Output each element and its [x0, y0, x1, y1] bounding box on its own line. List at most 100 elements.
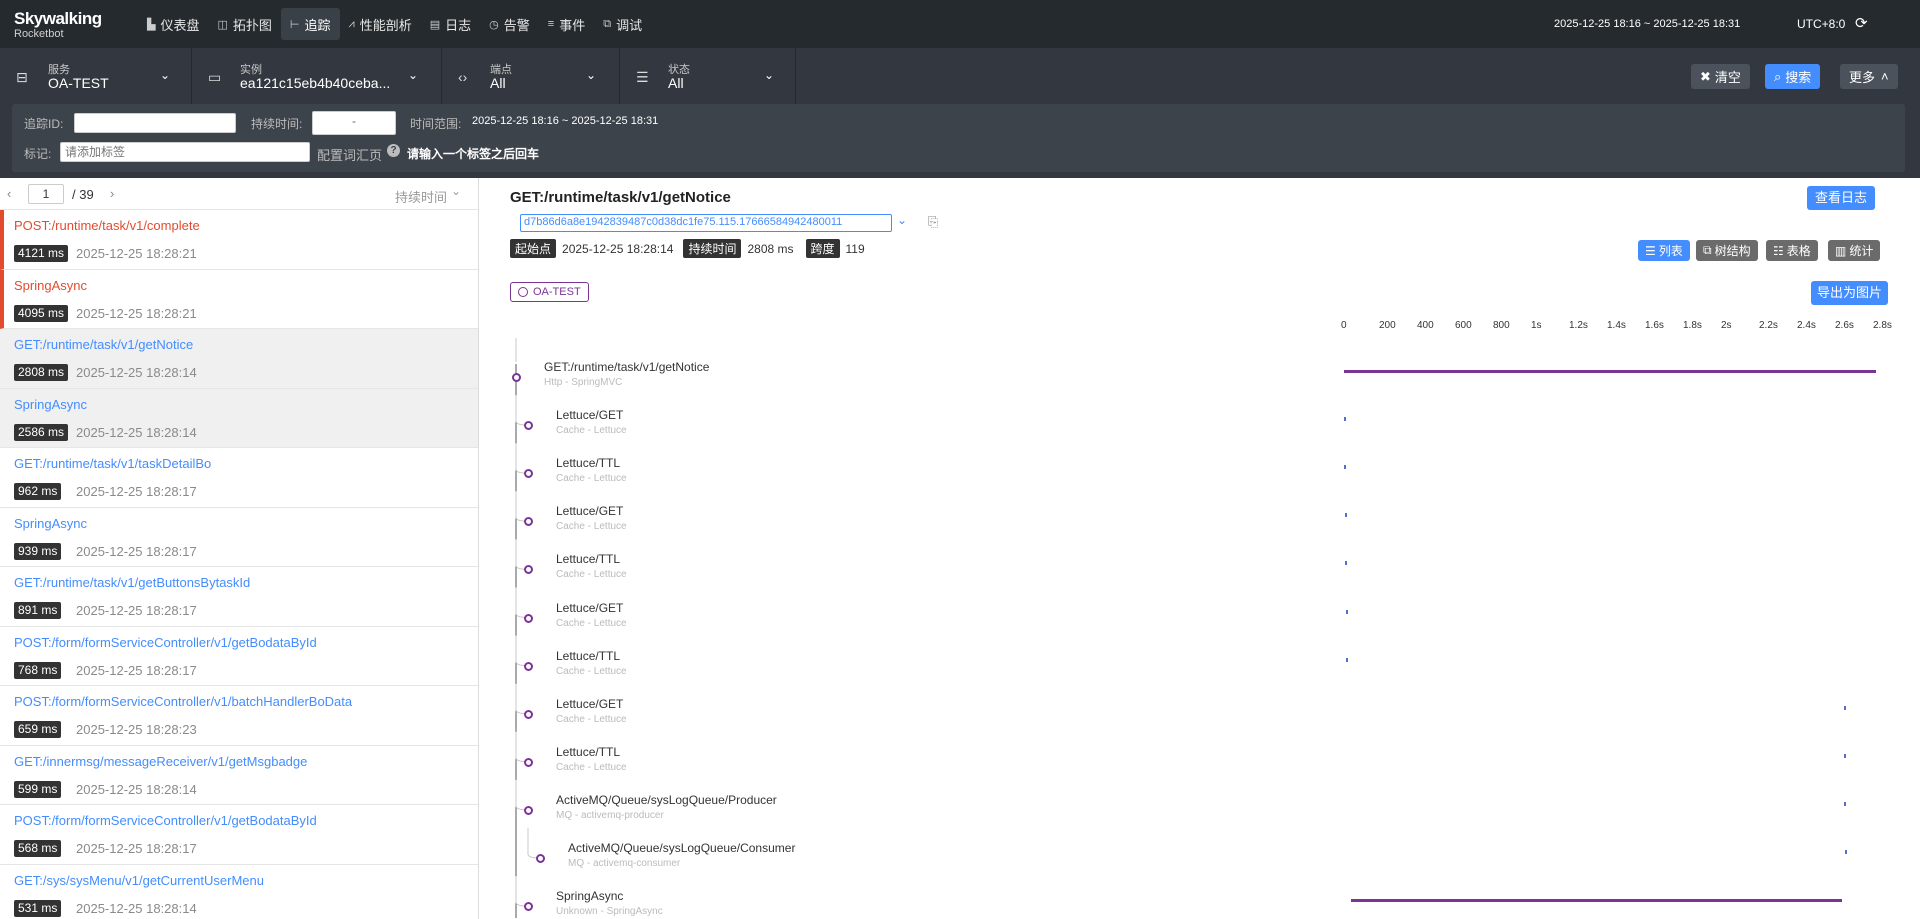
nav-item-debug[interactable]: ⧉ 调试: [594, 8, 651, 40]
span-node-dot[interactable]: [536, 854, 545, 863]
instance-select[interactable]: ▭ 实例 ea121c15eb4b40ceba... ⌄: [192, 48, 442, 106]
span-name: ActiveMQ/Queue/sysLogQueue/Producer: [556, 792, 777, 807]
trace-time: 2025-12-25 18:28:17: [76, 841, 197, 856]
span-duration-bar[interactable]: [1345, 657, 1348, 662]
list-view-button[interactable]: ☰ 列表: [1638, 240, 1690, 261]
span-row[interactable]: Lettuce/GET Cache - Lettuce: [556, 408, 627, 436]
logo[interactable]: Skywalking Rocketbot: [14, 10, 102, 40]
scale-tick-label: 2s: [1721, 320, 1732, 331]
span-name: Lettuce/TTL: [556, 744, 621, 759]
endpoint-select[interactable]: ‹› 端点 All ⌄: [442, 48, 620, 106]
export-image-button[interactable]: 导出为图片: [1811, 281, 1889, 305]
refresh-icon[interactable]: ⟳: [1855, 14, 1873, 32]
trace-id-select[interactable]: d7b86d6a8e1942839487c0d38dc1fe75.115.176…: [520, 214, 892, 232]
trace-endpoint: GET:/runtime/task/v1/taskDetailBo: [14, 456, 212, 471]
next-page-icon[interactable]: ›: [110, 186, 114, 201]
trace-time: 2025-12-25 18:28:17: [76, 662, 197, 678]
status-select[interactable]: ☰ 状态 All ⌄: [620, 48, 796, 106]
span-duration-bar[interactable]: [1844, 850, 1847, 854]
span-row[interactable]: Lettuce/GET Cache - Lettuce: [556, 601, 627, 629]
trace-list-item[interactable]: POST:/form/formServiceController/v1/getB…: [0, 805, 478, 865]
search-button[interactable]: ⌕ 搜索: [1765, 64, 1821, 89]
trace-list-item[interactable]: GET:/sys/sysMenu/v1/getCurrentUserMenu 53…: [0, 865, 478, 919]
span-duration-bar[interactable]: [1344, 465, 1347, 470]
span-duration-bar[interactable]: [1345, 561, 1348, 566]
span-row[interactable]: Lettuce/GET Cache - Lettuce: [556, 697, 627, 725]
view-log-button[interactable]: 查看日志: [1807, 186, 1876, 210]
span-node-dot[interactable]: [524, 805, 533, 815]
trace-list-item[interactable]: SpringAsync 939 ms 2025-12-25 18:28:17: [0, 508, 478, 567]
brand-name: Skywalking: [14, 9, 102, 28]
tags-input[interactable]: [60, 142, 310, 162]
span-duration-bar[interactable]: [1844, 753, 1847, 758]
span-node-dot[interactable]: [524, 661, 533, 671]
span-row[interactable]: Lettuce/TTL Cache - Lettuce: [556, 456, 627, 484]
span-row[interactable]: SpringAsync Unknown - SpringAsync: [556, 889, 663, 917]
span-row[interactable]: Lettuce/TTL Cache - Lettuce: [556, 649, 627, 677]
nav-item-label: 事件: [559, 17, 586, 33]
span-component: MQ - activemq-producer: [556, 809, 664, 821]
trace-duration: 2808 ms: [14, 364, 69, 381]
chevron-down-icon: ⌄: [897, 213, 908, 227]
service-tag[interactable]: OA-TEST: [510, 282, 589, 302]
span-row[interactable]: GET:/runtime/task/v1/getNotice Http - Spr…: [544, 360, 709, 388]
span-node-dot[interactable]: [524, 757, 533, 767]
header-time-range[interactable]: 2025-12-25 18:16 ~ 2025-12-25 18:31: [1554, 18, 1740, 30]
help-icon[interactable]: ?: [387, 144, 400, 157]
scale-tick-label: 2.4s: [1797, 320, 1816, 331]
span-row[interactable]: Lettuce/GET Cache - Lettuce: [556, 504, 627, 532]
nav-item-profiling[interactable]: ⩘ 性能剖析: [340, 8, 421, 40]
span-row[interactable]: Lettuce/TTL Cache - Lettuce: [556, 552, 627, 580]
nav-item-event[interactable]: ≡ 事件: [539, 8, 594, 40]
sort-select[interactable]: 持续时间: [395, 187, 447, 206]
span-duration-bar[interactable]: [1344, 417, 1346, 422]
trace-list-item[interactable]: GET:/runtime/task/v1/getNotice 2808 ms 202…: [0, 329, 478, 389]
trace-id-input[interactable]: [74, 113, 236, 133]
span-row[interactable]: ActiveMQ/Queue/sysLogQueue/Producer MQ - …: [556, 793, 777, 821]
nav-item-dashboard[interactable]: ▙ 仪表盘: [138, 8, 208, 40]
prev-page-icon[interactable]: ‹: [7, 186, 11, 201]
span-component: MQ - activemq-consumer: [568, 858, 681, 869]
nav-item-trace[interactable]: ⊢ 追踪: [280, 8, 340, 40]
span-duration-bar[interactable]: [1345, 609, 1348, 614]
tree-view-button[interactable]: ⧉ 树结构: [1696, 240, 1758, 261]
stats-view-button[interactable]: ▥ 统计: [1828, 240, 1881, 261]
nav-item-label: 拓扑图: [232, 17, 272, 33]
span-node-dot[interactable]: [524, 709, 533, 719]
service-select[interactable]: ⊟ 服务 OA-TEST ⌄: [0, 48, 192, 106]
trace-list-item[interactable]: POST:/form/formServiceController/v1/batc…: [0, 686, 478, 746]
trace-list-item[interactable]: GET:/runtime/task/v1/getButtonsBytaskId 8…: [0, 567, 478, 627]
trace-list-item[interactable]: SpringAsync 4095 ms 2025-12-25 18:28:21: [0, 269, 478, 329]
table-view-button[interactable]: ☷ 表格: [1766, 240, 1818, 261]
span-duration-bar[interactable]: [1344, 513, 1347, 518]
page-input[interactable]: 1: [28, 184, 64, 204]
start-value: 2025-12-25 18:28:14: [562, 241, 674, 256]
trace-list-item[interactable]: POST:/runtime/task/v1/complete 4121 ms 202…: [0, 210, 478, 270]
duration-input[interactable]: -: [312, 111, 396, 135]
copy-icon[interactable]: ⎘: [928, 214, 938, 230]
nav-item-alarm[interactable]: ◷ 告警: [480, 8, 539, 40]
span-duration-bar[interactable]: [1844, 801, 1847, 806]
timezone[interactable]: UTC+8:0: [1797, 17, 1845, 31]
span-node-dot[interactable]: [524, 613, 533, 623]
span-duration-bar[interactable]: [1843, 705, 1846, 710]
span-row[interactable]: Lettuce/TTL Cache - Lettuce: [556, 745, 627, 773]
trace-list-item[interactable]: GET:/innermsg/messageReceiver/v1/getMsgb…: [0, 746, 478, 805]
span-node-dot[interactable]: [512, 373, 521, 382]
span-duration-bar[interactable]: [1344, 370, 1876, 373]
span-duration-bar[interactable]: [1350, 899, 1842, 903]
scale-tick-label: 1.2s: [1569, 320, 1588, 331]
nav-item-log[interactable]: ▤ 日志: [421, 8, 480, 40]
config-link[interactable]: 配置词汇页: [317, 145, 382, 164]
span-component: Http - SpringMVC: [544, 377, 623, 388]
trace-list-item[interactable]: POST:/form/formServiceController/v1/getB…: [0, 627, 478, 686]
trace-list-item[interactable]: SpringAsync 2586 ms 2025-12-25 18:28:14: [0, 388, 478, 448]
clear-button[interactable]: ✖ 清空: [1691, 64, 1750, 89]
trace-duration: 599 ms: [14, 780, 62, 798]
trace-list-item[interactable]: GET:/runtime/task/v1/taskDetailBo 962 ms 2…: [0, 448, 478, 508]
more-button[interactable]: 更多 ˄: [1840, 64, 1898, 89]
span-row[interactable]: ActiveMQ/Queue/sysLogQueue/Consumer MQ - …: [568, 841, 795, 869]
nav-item-topology[interactable]: ◫ 拓扑图: [208, 8, 280, 40]
service-icon: ⊟: [16, 69, 28, 85]
trace-time: 2025-12-25 18:28:14: [76, 900, 197, 916]
